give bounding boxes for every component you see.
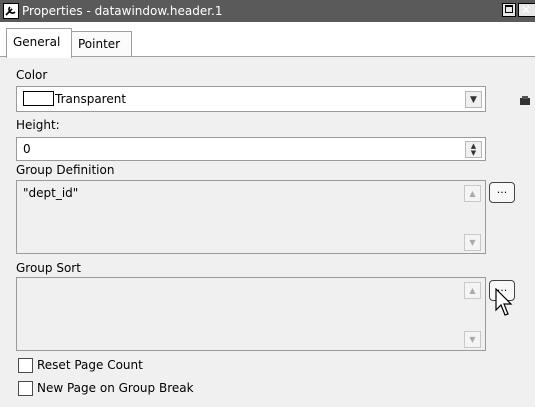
tab-strip: General Pointer [0, 22, 535, 58]
maximize-button[interactable] [502, 3, 516, 17]
group-sort-label: Group Sort [16, 261, 81, 275]
color-dropdown[interactable]: Transparent ▼ [16, 86, 486, 112]
group-definition-label: Group Definition [16, 163, 115, 177]
scroll-down-icon[interactable]: ▼ [464, 331, 481, 348]
height-label: Height: [16, 118, 60, 132]
new-page-on-group-break-label: New Page on Group Break [37, 381, 194, 395]
color-value: Transparent [55, 92, 127, 106]
group-definition-value: "dept_id" [23, 186, 79, 200]
group-definition-field[interactable]: "dept_id" ▲ ▼ [16, 180, 486, 254]
group-sort-scrollbar[interactable]: ▲ ▼ [464, 280, 481, 348]
reset-page-count-label: Reset Page Count [37, 358, 143, 372]
scroll-up-icon[interactable]: ▲ [464, 282, 481, 299]
group-definition-scrollbar[interactable]: ▲ ▼ [464, 183, 481, 251]
color-picker-icon[interactable] [519, 96, 531, 106]
group-definition-button[interactable]: ... [489, 182, 515, 203]
reset-page-count-checkbox[interactable] [18, 358, 33, 373]
color-label: Color [16, 68, 48, 82]
spinner-arrows-icon[interactable]: ▲ ▼ [465, 141, 482, 158]
tab-pointer[interactable]: Pointer [72, 31, 132, 57]
mouse-pointer-icon [495, 288, 513, 316]
properties-icon [3, 3, 19, 19]
scroll-up-icon[interactable]: ▲ [464, 185, 481, 202]
new-page-on-group-break-checkbox[interactable] [18, 381, 33, 396]
height-spinner[interactable]: 0 ▲ ▼ [16, 137, 486, 161]
scroll-down-icon[interactable]: ▼ [464, 234, 481, 251]
height-value: 0 [23, 142, 31, 156]
window-title: Properties - datawindow.header.1 [22, 4, 223, 18]
title-bar: Properties - datawindow.header.1 ✕ [0, 0, 535, 22]
color-swatch [23, 91, 54, 106]
group-sort-field[interactable]: ▲ ▼ [16, 277, 486, 351]
tab-general[interactable]: General [6, 28, 72, 58]
chevron-down-icon[interactable]: ▼ [465, 91, 482, 108]
close-button[interactable]: ✕ [518, 3, 535, 17]
